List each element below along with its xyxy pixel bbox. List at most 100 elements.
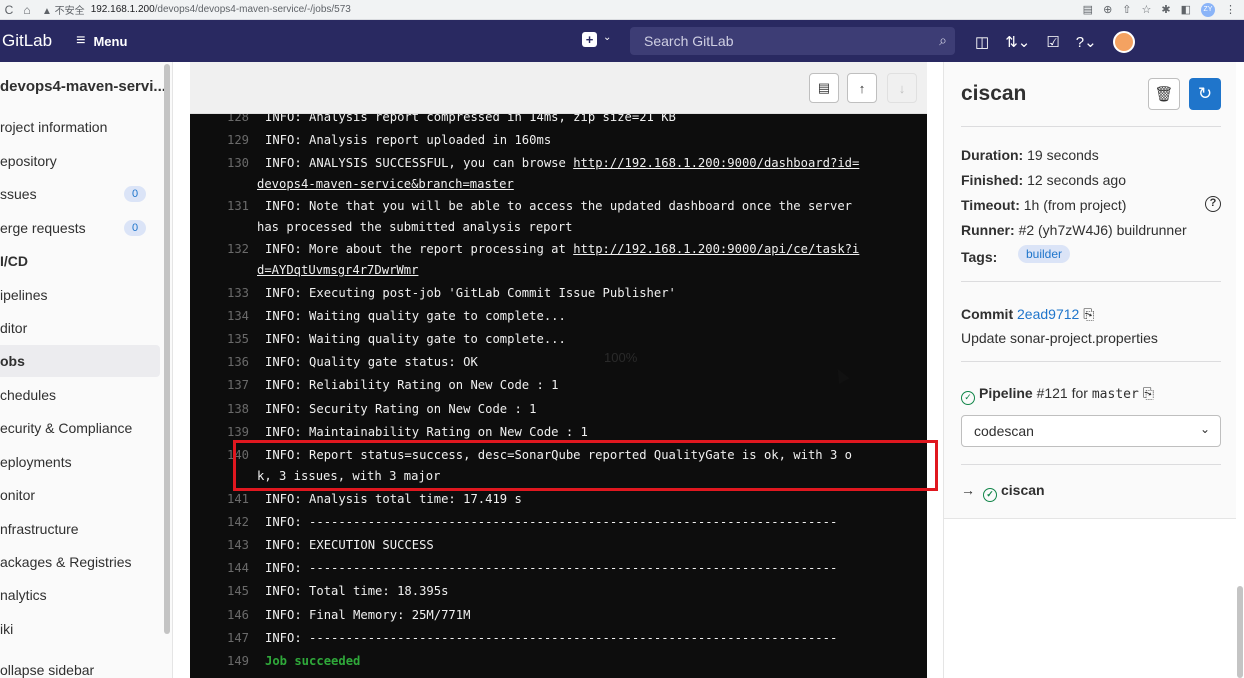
line-number[interactable]: 129: [227, 133, 249, 147]
sidebar-item-monitor[interactable]: onitor: [0, 479, 160, 511]
search-input[interactable]: Search GitLab ⌕: [630, 27, 955, 55]
line-text: INFO: ANALYSIS SUCCESSFUL, you can brows…: [265, 156, 859, 170]
question-icon[interactable]: ?: [1205, 196, 1221, 212]
sidebar-scrollbar[interactable]: [164, 64, 170, 634]
page-scrollbar[interactable]: [1236, 62, 1244, 678]
duration-label: Duration:: [961, 147, 1024, 163]
line-number[interactable]: 136: [227, 355, 249, 369]
sidebar-item-editor[interactable]: ditor: [0, 312, 160, 344]
sidebar-item-pipelines[interactable]: ipelines: [0, 279, 160, 311]
translate-icon[interactable]: ▤: [1083, 3, 1093, 16]
stage-select[interactable]: codescan ⌄: [961, 415, 1221, 447]
line-number[interactable]: 141: [227, 492, 249, 506]
raw-log-button[interactable]: ▤: [809, 73, 839, 103]
line-text: INFO: Maintainability Rating on New Code…: [265, 425, 588, 439]
sidebar-item-deployments[interactable]: eployments: [0, 446, 160, 478]
page-scrollbar-thumb[interactable]: [1237, 586, 1243, 678]
erase-log-button[interactable]: 🗑: [1148, 78, 1180, 110]
more-icon[interactable]: ⋮: [1225, 3, 1236, 16]
sidebar-item-label: ditor: [0, 320, 28, 336]
menu-button[interactable]: ≡ Menu: [76, 32, 127, 50]
task-link[interactable]: http://192.168.1.200:9000/api/ce/task?i: [573, 242, 859, 256]
zoom-icon[interactable]: ⊕: [1103, 3, 1112, 16]
sidebar-item-security-compliance[interactable]: ecurity & Compliance: [0, 412, 160, 444]
content-gutter: [173, 62, 190, 678]
chevron-down-icon: ⌄: [1199, 422, 1210, 436]
sidebar-item-project-information[interactable]: roject information: [0, 111, 160, 143]
sidebar-item-jobs[interactable]: obs: [0, 345, 160, 377]
line-number[interactable]: 146: [227, 608, 249, 622]
scroll-top-button[interactable]: ↑: [847, 73, 877, 103]
sidebar-item-packages-registries[interactable]: ackages & Registries: [0, 546, 160, 578]
line-number[interactable]: 128: [227, 114, 249, 124]
gitlab-logo[interactable]: GitLab: [2, 31, 52, 51]
timeout-label: Timeout:: [961, 197, 1020, 213]
bookmark-icon[interactable]: ☆: [1142, 3, 1152, 16]
sidebar-item-label: erge requests: [0, 220, 86, 236]
stage-job-item[interactable]: → ✓ ciscan: [961, 482, 1045, 502]
trash-icon: 🗑: [1154, 86, 1174, 103]
line-number[interactable]: 144: [227, 561, 249, 575]
merge-requests-icon[interactable]: ⇅⌄: [1005, 33, 1030, 51]
project-name[interactable]: devops4-maven-servi...: [0, 78, 166, 95]
share-icon[interactable]: ⇧: [1122, 3, 1131, 16]
line-number[interactable]: 133: [227, 286, 249, 300]
scroll-bottom-button[interactable]: ↓: [887, 73, 917, 103]
dashboard-link-continued[interactable]: devops4-maven-service&branch=master: [257, 177, 514, 191]
new-item-icon[interactable]: +: [582, 32, 597, 47]
dashboard-link[interactable]: http://192.168.1.200:9000/dashboard?id=: [573, 156, 859, 170]
line-number[interactable]: 149: [227, 654, 249, 668]
insecure-label[interactable]: ▲ 不安全: [42, 2, 85, 17]
line-number[interactable]: 134: [227, 309, 249, 323]
issues-icon[interactable]: ◫: [975, 33, 989, 51]
copy-icon[interactable]: ⎘: [1083, 306, 1094, 322]
user-avatar[interactable]: [1112, 31, 1135, 53]
help-icon[interactable]: ?⌄: [1076, 33, 1097, 51]
line-number[interactable]: 131: [227, 199, 249, 213]
line-number[interactable]: 135: [227, 332, 249, 346]
todo-icon[interactable]: ☑: [1046, 33, 1059, 51]
url-field[interactable]: 192.168.1.200/devops4/devops4-maven-serv…: [91, 4, 351, 15]
runner-label: Runner:: [961, 222, 1015, 238]
sidebar-item-repository[interactable]: epository: [0, 145, 160, 177]
task-link-continued[interactable]: d=AYDqtUvmsgr4r7DwrWmr: [257, 263, 418, 277]
commit-sha-link[interactable]: 2ead9712: [1017, 306, 1079, 322]
sidebar-item-wiki[interactable]: iki: [0, 613, 160, 645]
line-number[interactable]: 132: [227, 242, 249, 256]
line-text: INFO: More about the report processing a…: [265, 242, 859, 256]
pipeline-id[interactable]: #121: [1037, 385, 1068, 401]
extensions-icon[interactable]: ✱: [1161, 3, 1170, 16]
pipeline-row: ✓ Pipeline #121 for master ⎘: [961, 385, 1154, 405]
sidebar-item-issues[interactable]: ssues 0: [0, 178, 160, 210]
divider: [961, 361, 1221, 362]
collapse-sidebar-button[interactable]: ollapse sidebar: [0, 662, 94, 678]
sidebar-item-merge-requests[interactable]: erge requests 0: [0, 212, 160, 244]
line-number[interactable]: 137: [227, 378, 249, 392]
reload-icon[interactable]: C: [0, 3, 18, 17]
sidebar-item-analytics[interactable]: nalytics: [0, 579, 160, 611]
sidepanel-icon[interactable]: ◧: [1181, 3, 1191, 16]
line-number[interactable]: 142: [227, 515, 249, 529]
sidebar-item-label: onitor: [0, 487, 36, 503]
line-number[interactable]: 143: [227, 538, 249, 552]
commit-row: Commit 2ead9712 ⎘: [961, 306, 1094, 323]
retry-button[interactable]: ↻: [1189, 78, 1221, 110]
runner-value: #2 (yh7zW4J6) buildrunner: [1018, 222, 1187, 238]
line-number[interactable]: 147: [227, 631, 249, 645]
profile-avatar[interactable]: ZY: [1201, 2, 1215, 17]
line-number[interactable]: 138: [227, 402, 249, 416]
chevron-down-icon[interactable]: ⌄: [603, 32, 611, 43]
home-icon[interactable]: ⌂: [18, 3, 36, 17]
pipeline-ref[interactable]: master: [1092, 387, 1139, 402]
duration-row: Duration: 19 seconds: [961, 147, 1099, 163]
pipeline-label[interactable]: Pipeline: [979, 385, 1033, 401]
arrow-up-icon: ↑: [858, 80, 866, 96]
line-number[interactable]: 145: [227, 584, 249, 598]
copy-icon[interactable]: ⎘: [1143, 385, 1154, 401]
sidebar-item-infrastructure[interactable]: nfrastructure: [0, 513, 160, 545]
line-number[interactable]: 139: [227, 425, 249, 439]
line-number[interactable]: 130: [227, 156, 249, 170]
sidebar-item-ci-cd[interactable]: I/CD: [0, 245, 160, 277]
sidebar-item-schedules[interactable]: chedules: [0, 379, 160, 411]
commit-label: Commit: [961, 306, 1014, 322]
